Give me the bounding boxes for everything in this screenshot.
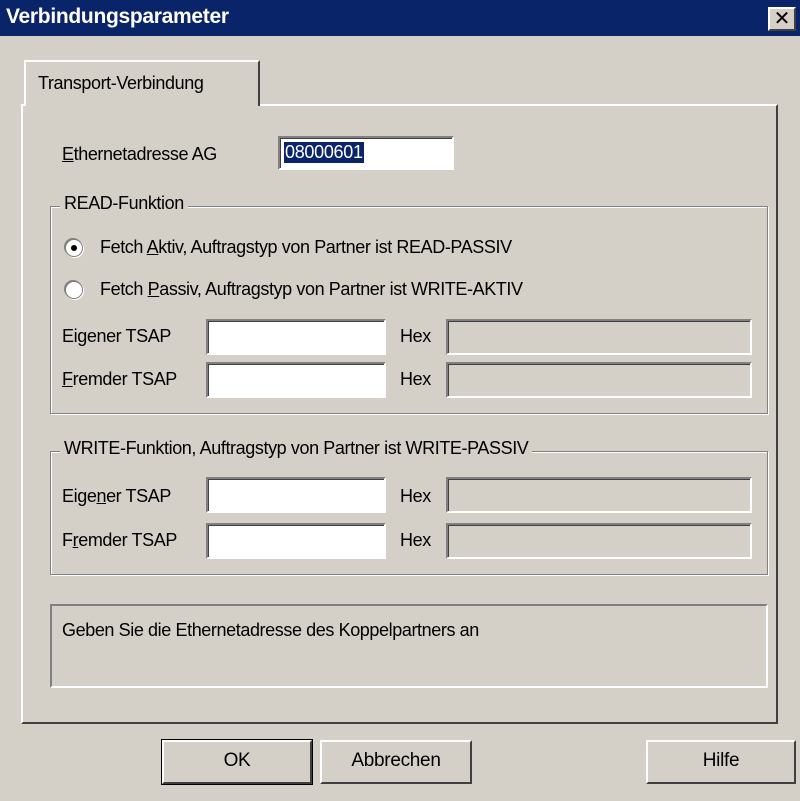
write-remote-tsap-label: Fremder TSAP: [62, 530, 177, 550]
write-function-legend: WRITE-Funktion, Auftragstyp von Partner …: [60, 438, 533, 459]
cancel-button[interactable]: Abbrechen: [320, 740, 472, 784]
ethernet-address-label: Ethernetadresse AG: [62, 144, 217, 164]
tab-transport-verbindung[interactable]: Transport-Verbindung: [24, 60, 260, 106]
read-remote-tsap-hex-label: Hex: [400, 369, 431, 389]
ethernet-address-value: 08000601: [284, 142, 364, 163]
write-remote-tsap-input[interactable]: [206, 523, 386, 559]
write-own-tsap-hex-label: Hex: [400, 486, 431, 506]
info-text: Geben Sie die Ethernetadresse des Koppel…: [62, 620, 479, 640]
read-own-tsap-hex-field: [446, 319, 752, 355]
write-remote-tsap-hex-label: Hex: [400, 530, 431, 550]
help-button[interactable]: Hilfe: [646, 740, 796, 784]
write-own-tsap-input[interactable]: [206, 477, 386, 513]
tab-label: Transport-Verbindung: [38, 73, 204, 93]
fetch-passive-radio[interactable]: [66, 282, 82, 298]
read-remote-tsap-label: Fremder TSAP: [62, 369, 177, 389]
read-remote-tsap-hex-field: [446, 362, 752, 398]
ethernet-address-input[interactable]: 08000601: [278, 136, 454, 170]
close-icon: ✕: [773, 6, 791, 30]
read-own-tsap-hex-label: Hex: [400, 326, 431, 346]
read-function-legend: READ-Funktion: [60, 193, 188, 214]
radio-selected-dot: [71, 245, 77, 251]
fetch-active-label[interactable]: Fetch Aktiv, Auftragstyp von Partner ist…: [100, 237, 512, 258]
read-remote-tsap-input[interactable]: [206, 362, 386, 398]
read-own-tsap-label: Eigener TSAP: [62, 326, 171, 346]
fetch-passive-label[interactable]: Fetch Passiv, Auftragstyp von Partner is…: [100, 279, 523, 300]
title-bar[interactable]: Verbindungsparameter ✕: [0, 0, 800, 36]
close-button[interactable]: ✕: [768, 7, 796, 31]
fetch-active-radio[interactable]: [66, 240, 82, 256]
write-own-tsap-hex-field: [446, 477, 752, 513]
write-remote-tsap-hex-field: [446, 523, 752, 559]
info-box: Geben Sie die Ethernetadresse des Koppel…: [50, 604, 768, 688]
ok-button[interactable]: OK: [161, 739, 313, 785]
window-title: Verbindungsparameter: [6, 5, 229, 28]
write-own-tsap-label: Eigener TSAP: [62, 486, 171, 506]
read-own-tsap-input[interactable]: [206, 319, 386, 355]
